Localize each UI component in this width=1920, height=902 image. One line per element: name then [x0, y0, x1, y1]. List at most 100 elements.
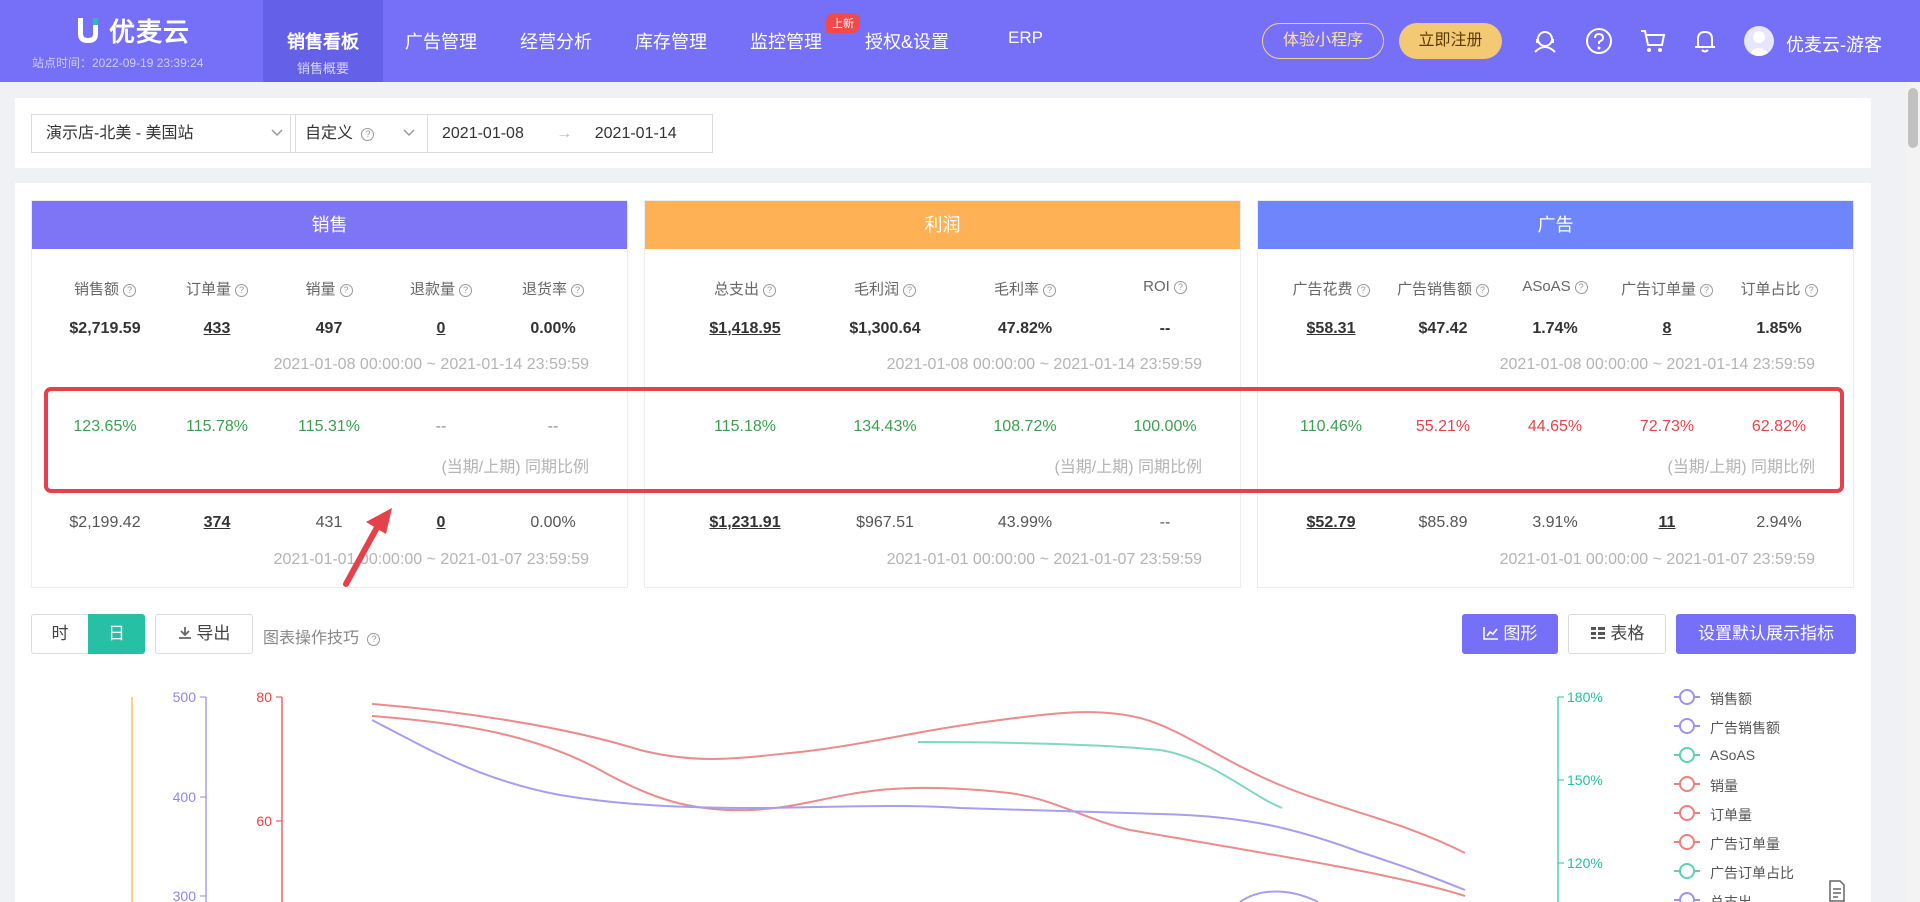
legend-label: 订单量	[1710, 807, 1752, 823]
metric-label: 销量?	[273, 278, 385, 299]
help-icon: ?	[459, 284, 472, 297]
previous-value[interactable]: 0	[385, 514, 497, 532]
card-title: 广告	[1258, 201, 1853, 249]
table-icon	[1590, 627, 1605, 639]
metric-label: 总支出?	[689, 278, 801, 299]
graph-button[interactable]: 图形	[1462, 614, 1558, 654]
legend-label: 总支出	[1710, 894, 1752, 902]
metric-label-text: 广告订单量	[1620, 281, 1696, 298]
nav-monitoring[interactable]: 监控管理	[750, 28, 822, 54]
nav-ad-management[interactable]: 广告管理	[405, 28, 477, 54]
legend-item[interactable]: 广告订单量	[1674, 833, 1874, 852]
cart-icon[interactable]	[1638, 26, 1668, 56]
legend-item[interactable]: 销售额	[1674, 688, 1874, 707]
series-line	[371, 703, 1466, 854]
current-value[interactable]: 433	[161, 320, 273, 338]
metric-label-text: ASoAS	[1522, 278, 1571, 295]
nav-auth-settings[interactable]: 授权&设置	[865, 28, 949, 54]
date-separator: →	[556, 125, 573, 142]
date-mode-select[interactable]: 自定义 ?	[290, 114, 428, 153]
scrollbar[interactable]	[1906, 82, 1920, 902]
current-value: 497	[315, 320, 343, 337]
mini-program-button[interactable]: 体验小程序	[1262, 23, 1384, 59]
user-name[interactable]: 优麦云-游客	[1786, 31, 1882, 57]
previous-value: 43.99%	[997, 514, 1053, 531]
export-label: 导出	[196, 624, 231, 643]
table-button[interactable]: 表格	[1568, 614, 1666, 654]
date-range-picker[interactable]: 2021-01-08 → 2021-01-14	[427, 114, 713, 153]
metric-label: 销售额?	[49, 278, 161, 299]
current-value[interactable]: 0	[385, 320, 497, 338]
arrow-annotation	[343, 508, 392, 587]
legend-circle-icon	[1674, 689, 1700, 705]
metric-label: ASoAS?	[1499, 278, 1611, 295]
help-icon: ?	[1356, 284, 1370, 297]
hour-button[interactable]: 时	[31, 614, 89, 654]
current-value: 0.00%	[530, 320, 576, 337]
previous-value[interactable]: $52.79	[1275, 514, 1387, 532]
legend-circle-icon	[1674, 718, 1700, 734]
axis-tick-label: 500	[173, 689, 197, 705]
previous-value: $967.51	[856, 514, 914, 531]
legend-label: 销售额	[1710, 691, 1752, 707]
help-icon: ?	[1043, 284, 1056, 297]
nav-sales-board[interactable]: 销售看板 销售概要	[263, 0, 383, 82]
legend-circle-icon	[1674, 863, 1700, 879]
legend-item[interactable]: ASoAS	[1674, 746, 1874, 764]
current-value[interactable]: $58.31	[1275, 320, 1387, 338]
metric-label-text: 订单量	[185, 281, 231, 298]
day-button[interactable]: 日	[88, 614, 145, 654]
customer-service-icon[interactable]	[1530, 26, 1560, 56]
previous-value: 0.00%	[530, 514, 576, 531]
nav-sales-board-sub: 销售概要	[296, 61, 349, 76]
current-value: 1.74%	[1532, 320, 1578, 337]
help-icon: ?	[1173, 281, 1187, 294]
nav-erp[interactable]: ERP	[1008, 28, 1043, 48]
series-line	[1239, 890, 1319, 902]
previous-value[interactable]: 11	[1611, 514, 1723, 532]
legend-item[interactable]: 订单量	[1674, 804, 1874, 823]
bell-icon[interactable]	[1690, 26, 1720, 56]
legend-label: 广告订单量	[1710, 836, 1780, 852]
chevron-down-icon	[271, 129, 283, 137]
legend-item[interactable]: 销量	[1674, 775, 1874, 794]
help-icon: ?	[367, 633, 381, 646]
avatar[interactable]	[1744, 26, 1774, 56]
current-range: 2021-01-08 00:00:00 ~ 2021-01-14 23:59:5…	[273, 356, 589, 373]
line-chart-icon	[1482, 627, 1498, 640]
date-start: 2021-01-08	[442, 125, 524, 142]
date-end: 2021-01-14	[594, 125, 677, 142]
metric-label: 退款量?	[385, 278, 497, 299]
current-value: $2,719.59	[69, 320, 141, 337]
previous-value[interactable]: $1,231.91	[689, 514, 801, 532]
trend-chart[interactable]: 500 400 300 80 60 180% 150% 120%	[0, 670, 1900, 902]
help-icon: ?	[571, 284, 584, 297]
help-icon: ?	[1574, 281, 1588, 294]
nav-business-analysis[interactable]: 经营分析	[520, 28, 592, 54]
export-button[interactable]: 导出	[155, 614, 253, 654]
document-icon[interactable]	[1828, 880, 1846, 902]
metric-label: 广告订单量?	[1611, 278, 1723, 299]
series-line	[917, 741, 1283, 809]
nav-inventory[interactable]: 库存管理	[635, 28, 707, 54]
register-button[interactable]: 立即注册	[1399, 23, 1502, 59]
legend-label: 广告订单占比	[1710, 865, 1794, 881]
previous-value: 3.91%	[1532, 514, 1578, 531]
series-line	[371, 719, 1466, 891]
current-value[interactable]: $1,418.95	[689, 320, 801, 338]
current-value[interactable]: 8	[1611, 320, 1723, 338]
help-icon[interactable]	[1584, 26, 1614, 56]
legend-item[interactable]: 广告销售额	[1674, 717, 1874, 736]
logo-icon	[78, 17, 98, 43]
set-default-metrics-button[interactable]: 设置默认展示指标	[1676, 614, 1856, 654]
logo[interactable]: 优麦云	[75, 12, 190, 49]
help-icon: ?	[1476, 284, 1489, 297]
current-value: 1.85%	[1756, 320, 1802, 337]
legend-item[interactable]: 广告订单占比	[1674, 862, 1874, 881]
store-select[interactable]: 演示店-北美 - 美国站	[31, 114, 296, 153]
axis-tick-label: 80	[256, 689, 272, 705]
previous-value[interactable]: 374	[161, 514, 273, 532]
chart-tips[interactable]: 图表操作技巧 ?	[263, 624, 381, 648]
scrollbar-thumb[interactable]	[1908, 88, 1918, 148]
current-value: --	[1159, 320, 1171, 337]
